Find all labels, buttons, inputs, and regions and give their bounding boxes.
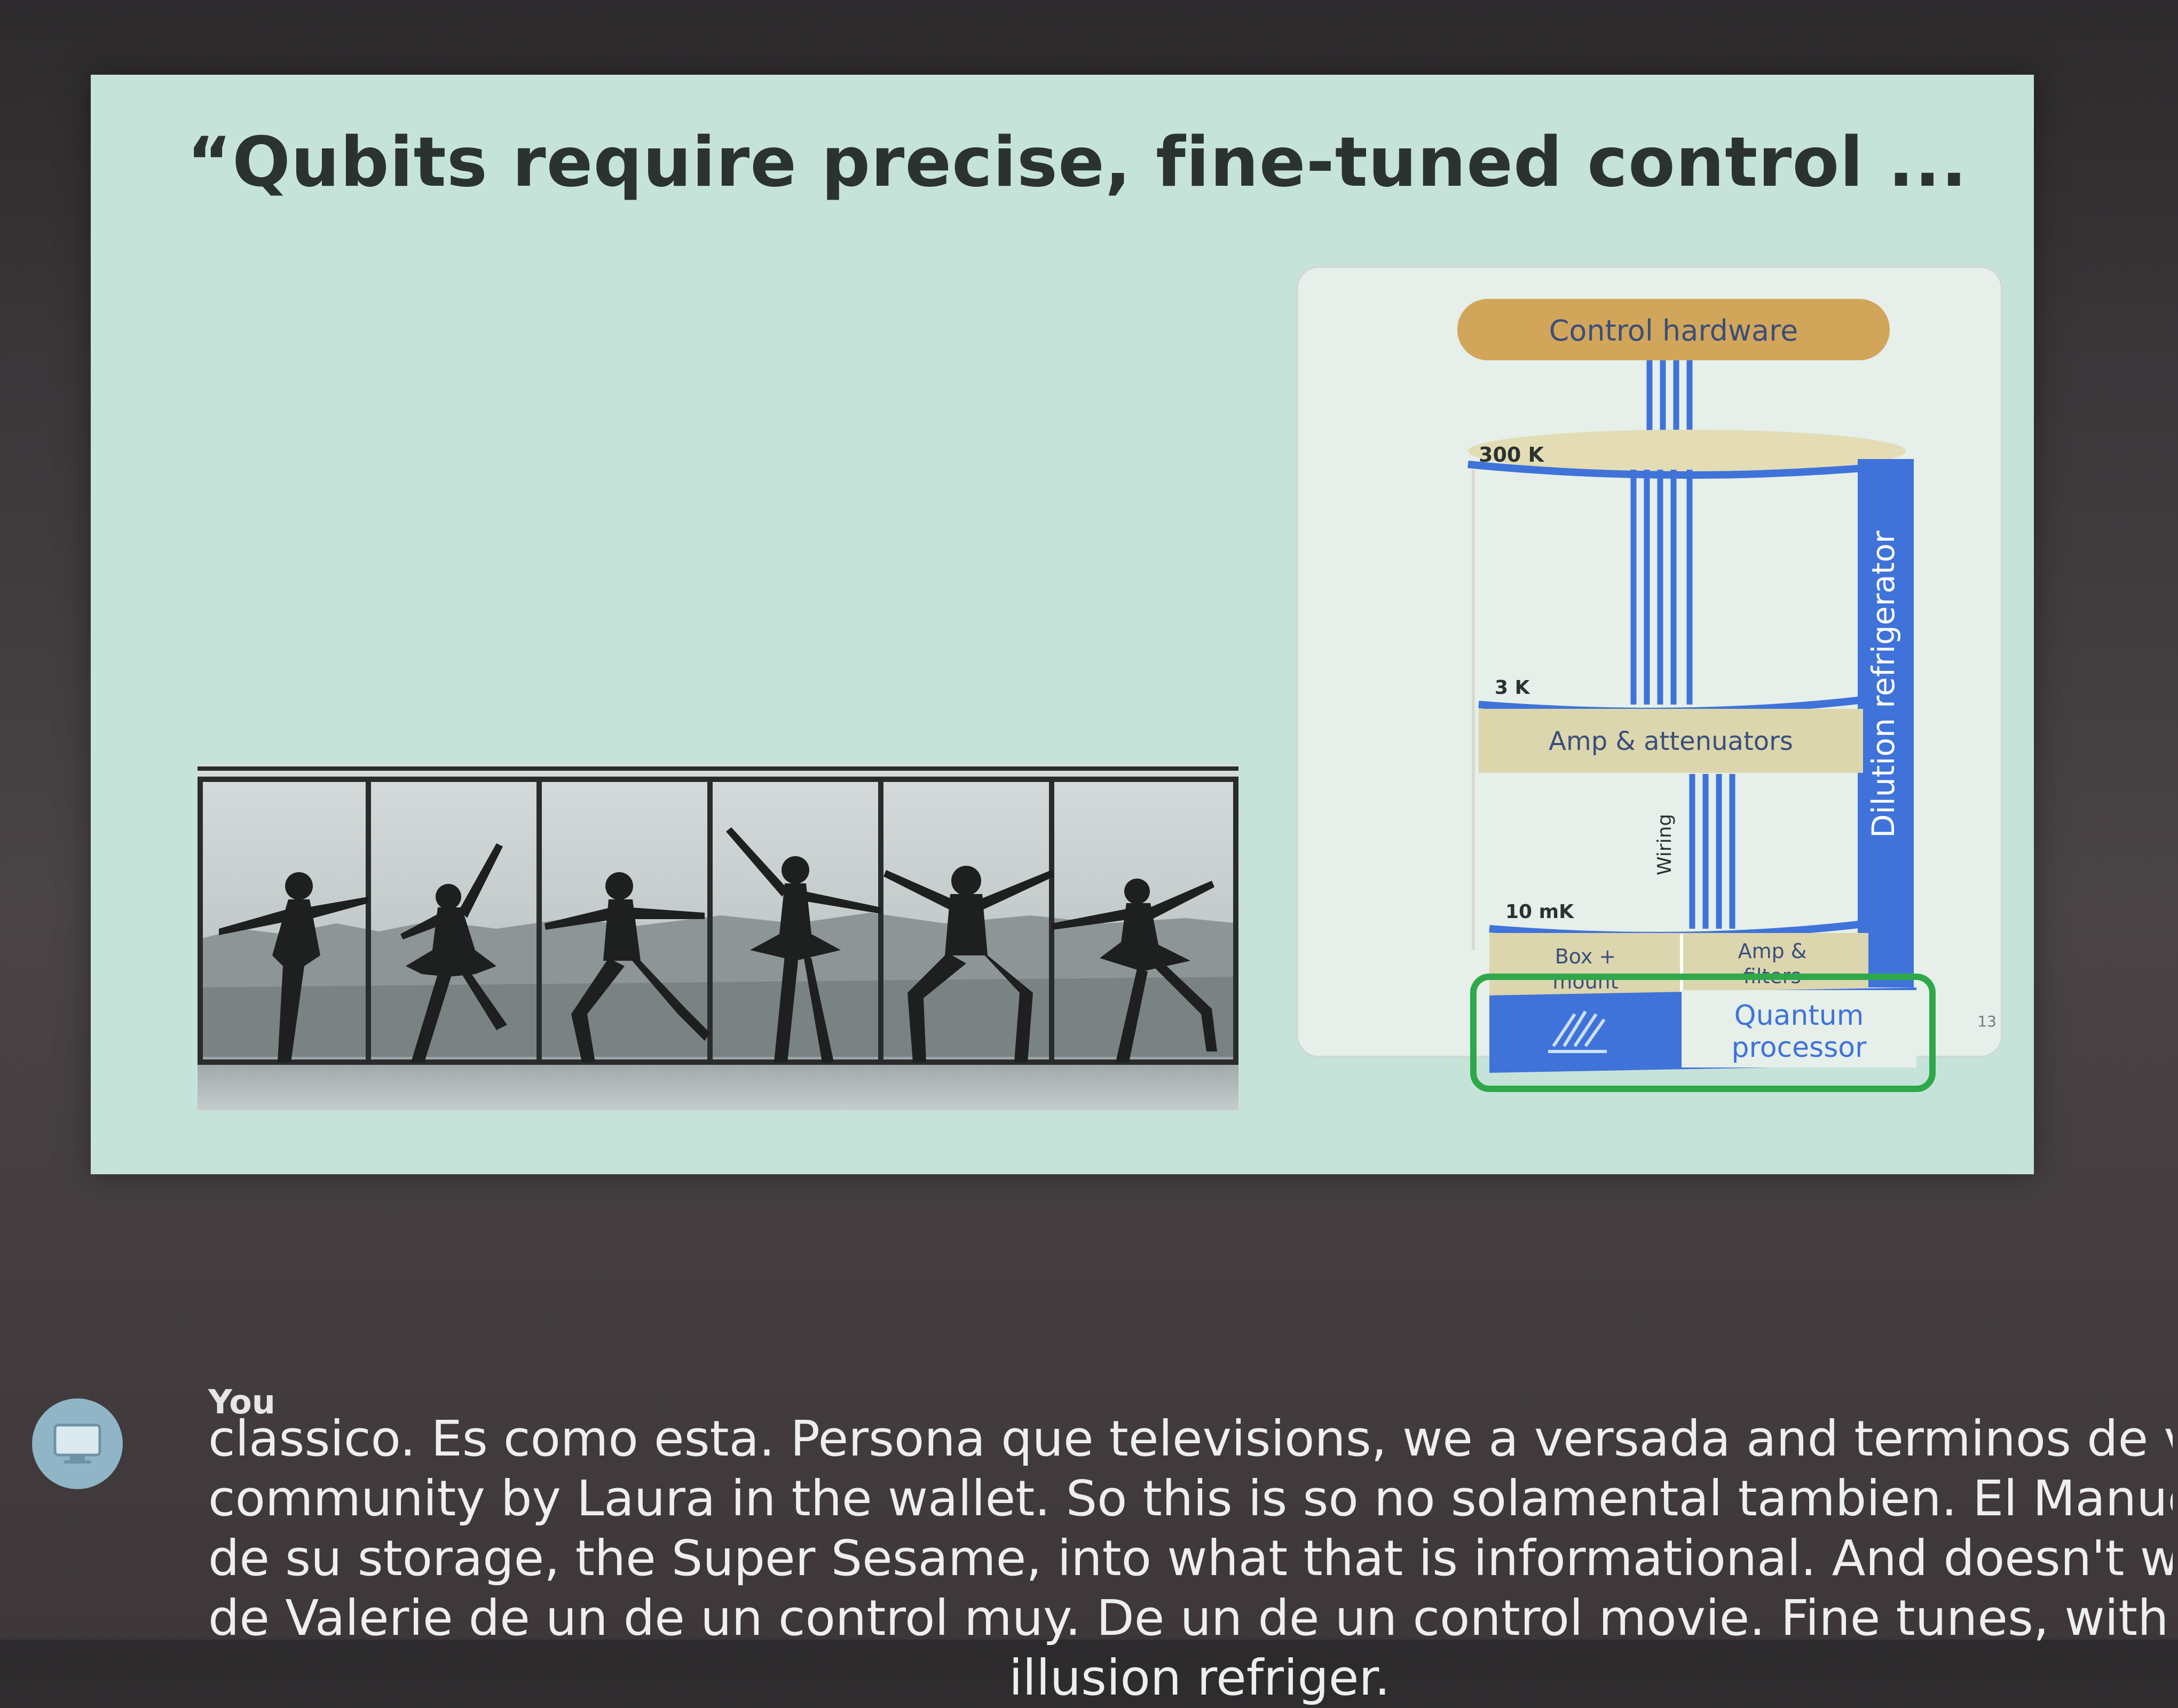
caption-line: de su storage, the Super Sesame, into wh… (208, 1530, 2173, 1587)
caption-line: classico. Es como esta. Persona que tele… (208, 1410, 2173, 1467)
box-mount-label-2: mount (1552, 970, 1618, 993)
temp-300k-label: 300 K (1479, 443, 1545, 466)
temp-3k-label: 3 K (1495, 677, 1530, 699)
slide-number: 13 (1977, 1013, 1996, 1030)
dilution-refrigerator-label: Dilution refrigerator (1865, 531, 1901, 838)
amp-filters-label-1: Amp & (1738, 939, 1807, 963)
caption-line: community by Laura in the wallet. So thi… (208, 1470, 2173, 1527)
live-caption: classico. Es como esta. Persona que tele… (208, 1409, 2173, 1708)
presentation-slide: “Qubits require precise, fine-tuned cont… (91, 75, 2034, 1174)
speaker-avatar (32, 1398, 123, 1489)
control-hardware-label: Control hardware (1549, 314, 1798, 347)
ballet-dancers-photo (198, 763, 1238, 1110)
box-mount-band (1489, 933, 1868, 997)
monitor-icon (53, 1424, 101, 1464)
amp-attenuators-label: Amp & attenuators (1549, 726, 1793, 756)
slide-title: “Qubits require precise, fine-tuned cont… (187, 123, 1968, 202)
ballet-dancers-window-illustration (198, 763, 1238, 1110)
caption-line: illusion refriger. (1009, 1649, 1391, 1706)
temp-10mk-label: 10 mK (1505, 901, 1574, 923)
caption-line: de Valerie de un de un control muy. De u… (208, 1590, 2173, 1647)
wiring-label: Wiring (1654, 814, 1676, 875)
box-mount-label-1: Box + (1555, 945, 1616, 968)
quantum-processor-label-2: processor (1731, 1032, 1867, 1064)
cryostat-diagram: Control hardware 300 K Dilution refriger… (1296, 235, 2007, 1092)
quantum-processor-label-1: Quantum (1734, 1000, 1864, 1032)
dilution-refrigerator-diagram: Control hardware 300 K Dilution refriger… (1296, 266, 2003, 1092)
